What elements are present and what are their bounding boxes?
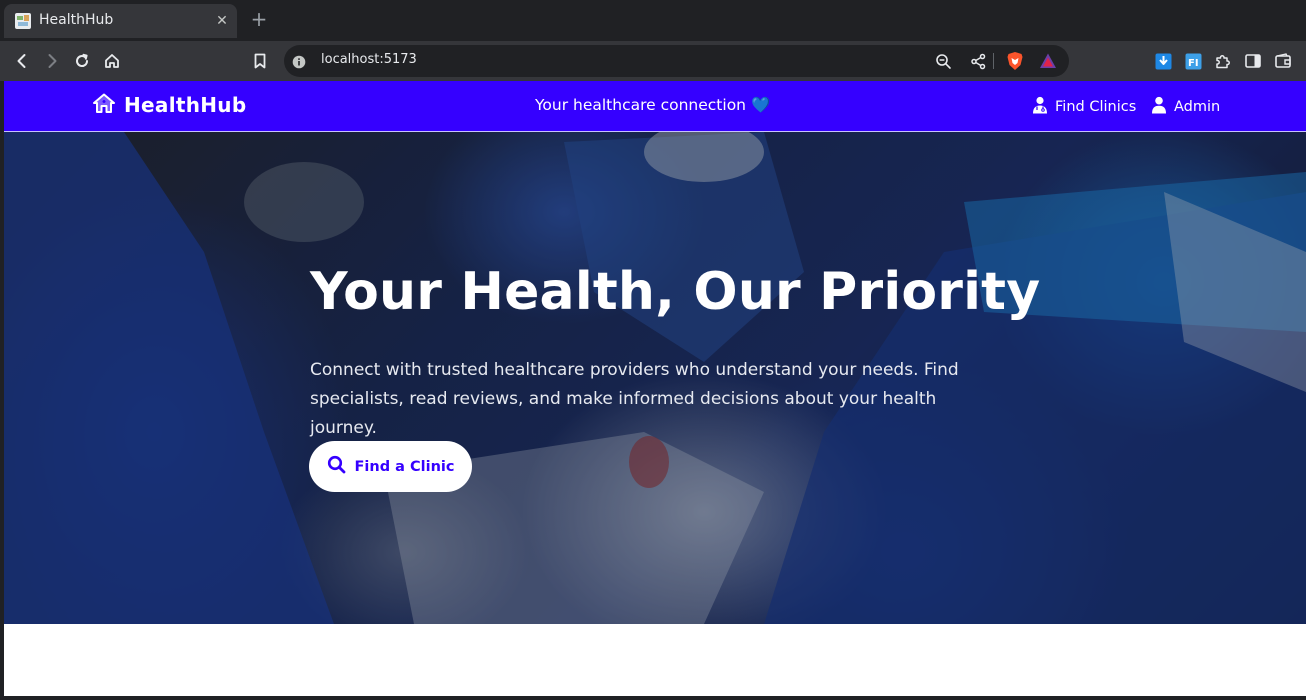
brave-rewards-icon[interactable] [1039,52,1057,74]
forward-arrow-icon[interactable] [40,49,64,73]
new-tab-button[interactable]: + [249,9,269,29]
nav-link-label: Admin [1174,99,1221,115]
nav-link-label: Find Clinics [1055,99,1137,115]
fi-extension-icon[interactable]: FI [1184,52,1202,70]
nav-tagline: Your healthcare connection 💙 [535,96,770,114]
bookmark-icon[interactable] [248,49,272,73]
tab-close-icon[interactable]: ✕ [213,12,231,30]
info-icon[interactable] [292,54,306,73]
nav-link-admin[interactable]: Admin [1151,96,1220,118]
find-clinic-label: Find a Clinic [354,458,455,475]
url-text[interactable]: localhost:5173 [321,52,417,67]
page-content-area [4,624,1306,696]
site-navbar: HealthHub Your healthcare connection 💙 F… [4,81,1306,132]
favicon-icon [15,13,31,29]
search-icon [327,455,346,478]
puzzle-extensions-icon[interactable] [1214,52,1232,70]
brand-home-link[interactable]: HealthHub [93,93,246,117]
find-clinic-button[interactable]: Find a Clinic [309,441,472,492]
home-icon[interactable] [100,49,124,73]
user-icon [1151,96,1167,118]
brave-shield-icon[interactable] [1006,51,1024,75]
sidebar-icon[interactable] [1244,52,1262,70]
brand-name: HealthHub [124,93,247,117]
page-viewport: HealthHub Your healthcare connection 💙 F… [4,81,1306,696]
wallet-icon[interactable] [1274,52,1292,70]
address-bar[interactable]: localhost:5173 [284,45,1069,77]
home-icon [93,93,115,117]
browser-toolbar: localhost:5173 FI [0,41,1306,81]
svg-text:FI: FI [1188,58,1199,69]
nav-link-find-clinics[interactable]: Find Clinics [1032,96,1136,118]
share-icon[interactable] [970,53,987,74]
browser-tab[interactable]: HealthHub ✕ [4,4,237,38]
doctor-icon [1032,96,1048,118]
hero-section: Your Health, Our Priority Connect with t… [4,132,1306,624]
omnibox-divider [993,53,994,69]
reload-icon[interactable] [70,49,94,73]
download-extension-icon[interactable] [1154,52,1172,70]
hero-headline: Your Health, Our Priority [310,262,1041,322]
heart-emoji: 💙 [750,96,771,114]
zoom-out-icon[interactable] [935,53,952,74]
tagline-text: Your healthcare connection [535,96,746,114]
browser-tabstrip: HealthHub ✕ + [0,0,1306,41]
tab-title: HealthHub [39,12,114,28]
back-arrow-icon[interactable] [10,49,34,73]
hero-subtitle: Connect with trusted healthcare provider… [310,360,959,438]
